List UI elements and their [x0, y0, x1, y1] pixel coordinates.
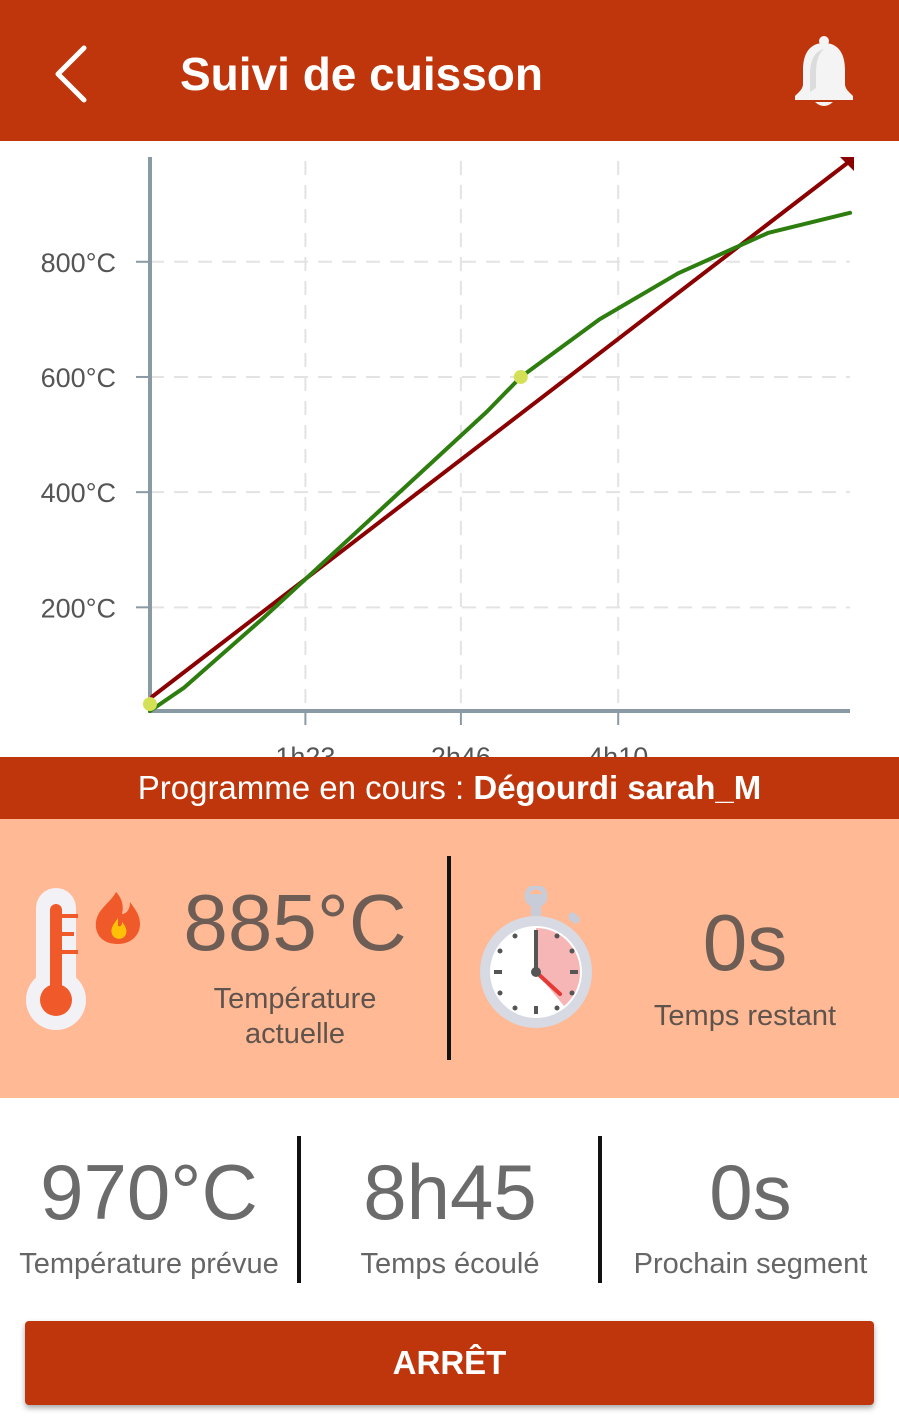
program-prefix: Programme en cours :: [137, 769, 474, 806]
notifications-button[interactable]: [790, 34, 858, 110]
temperature-chart: 200°C 400°C 600°C 800°C 1h23 2h46 4h10: [0, 141, 899, 757]
y-tick-label: 600°C: [41, 363, 116, 393]
x-tick-label: 4h10: [588, 742, 648, 757]
planned-temperature-label: Température prévue: [19, 1248, 279, 1280]
data-point-marker: [513, 369, 528, 384]
flame-icon: [95, 892, 140, 944]
current-temperature-label-line2: actuelle: [245, 1018, 345, 1050]
current-temperature-value: 885°C: [183, 878, 407, 967]
x-tick-label: 1h23: [275, 742, 335, 757]
bell-icon: [795, 36, 853, 106]
data-point-marker: [143, 697, 157, 712]
program-name: Dégourdi sarah_M: [473, 769, 762, 806]
app-header: Suivi de cuisson: [0, 0, 899, 141]
y-tick-label: 400°C: [41, 478, 116, 508]
planned-temperature-value: 970°C: [40, 1148, 258, 1236]
remaining-time-label: Temps restant: [653, 1000, 837, 1032]
chart-svg: 200°C 400°C 600°C 800°C 1h23 2h46 4h10: [41, 157, 854, 757]
program-banner: Programme en cours : Dégourdi sarah_M: [0, 757, 899, 819]
current-temperature-label-line1: Température: [213, 983, 377, 1015]
back-button[interactable]: [50, 42, 90, 106]
status-divider: [447, 856, 451, 1060]
elapsed-time-value: 8h45: [363, 1148, 537, 1236]
stop-button[interactable]: ARRÊT: [25, 1321, 874, 1405]
elapsed-time-label: Temps écoulé: [360, 1248, 540, 1280]
next-segment-label: Prochain segment: [633, 1248, 868, 1280]
next-segment-value: 0s: [709, 1148, 792, 1236]
x-tick-label: 2h46: [431, 742, 491, 757]
y-tick-label: 800°C: [41, 248, 116, 278]
thermometer-icon: [22, 884, 142, 1032]
page-title: Suivi de cuisson: [180, 48, 543, 100]
remaining-time-value: 0s: [702, 898, 788, 987]
stopwatch-icon: [476, 884, 596, 1032]
y-tick-label: 200°C: [41, 593, 116, 623]
back-arrow-icon: [55, 45, 87, 103]
series-actual-line: [148, 210, 852, 713]
